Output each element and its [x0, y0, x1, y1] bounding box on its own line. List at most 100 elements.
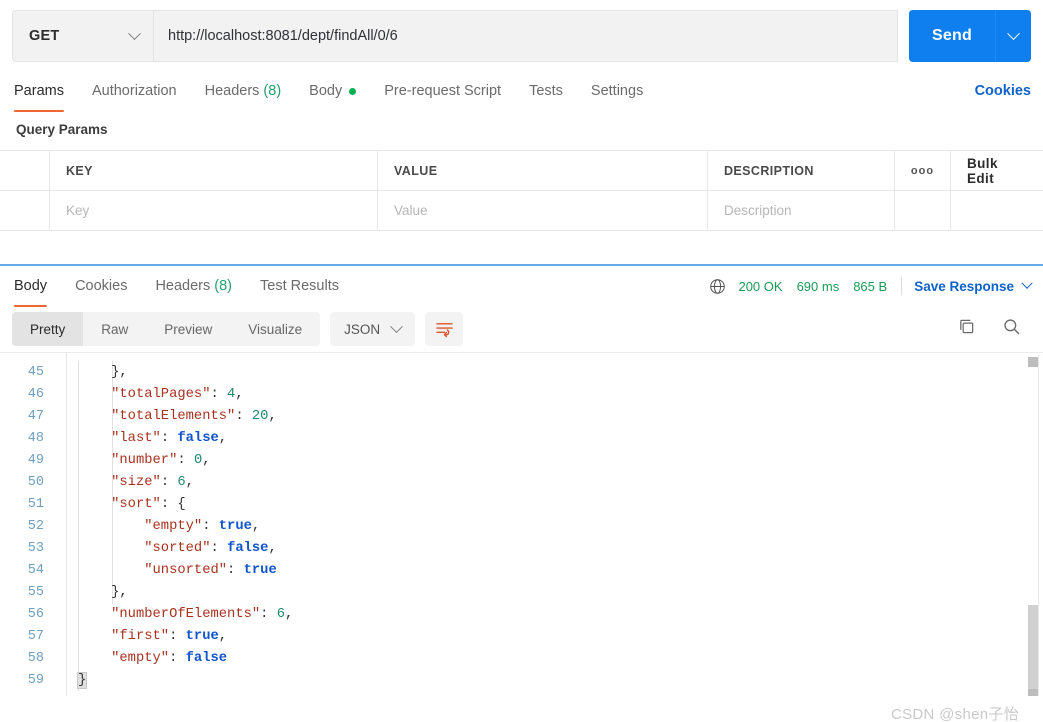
- tab-tests[interactable]: Tests: [515, 70, 577, 112]
- code-token: 20: [251, 408, 269, 424]
- scrollbar-thumb[interactable]: [1028, 605, 1038, 689]
- code-text: "totalElements": 20,: [58, 409, 277, 424]
- code-token: ,: [218, 628, 228, 644]
- code-token: ,: [268, 408, 277, 424]
- tab-label: Headers: [204, 83, 260, 99]
- code-token: false: [227, 540, 269, 556]
- code-token: :: [210, 540, 228, 556]
- code-line: 57 "first": true,: [0, 625, 1043, 647]
- code-text: "sort": {: [58, 497, 186, 512]
- line-number: 49: [27, 452, 44, 468]
- code-lines: 45 }, 46 "totalPages": 4, 47 "totalElement…: [0, 353, 1043, 691]
- code-line: 53 "sorted": false,: [0, 537, 1043, 559]
- response-tab-headers[interactable]: Headers (8): [141, 265, 246, 307]
- request-url-bar: GET http://localhost:8081/dept/findAll/0…: [12, 10, 1031, 62]
- format-selector[interactable]: JSON: [330, 312, 416, 346]
- tab-label: Cookies: [75, 278, 128, 294]
- response-time: 690 ms: [796, 278, 840, 294]
- tab-label: Authorization: [91, 83, 177, 99]
- save-response-button[interactable]: Save Response: [914, 279, 1014, 294]
- code-text: "first": true,: [58, 629, 227, 644]
- code-line: 51 "sort": {: [0, 493, 1043, 515]
- response-tab-test-results[interactable]: Test Results: [246, 265, 353, 307]
- code-token: "sort": [111, 496, 161, 512]
- view-mode-pretty[interactable]: Pretty: [12, 312, 84, 346]
- tab-body[interactable]: Body: [295, 70, 370, 112]
- http-method-label: GET: [29, 28, 60, 44]
- line-number: 56: [27, 606, 44, 622]
- copy-icon[interactable]: [957, 317, 976, 341]
- view-mode-visualize[interactable]: Visualize: [230, 312, 320, 346]
- table-options-button[interactable]: ooo: [895, 151, 951, 190]
- chevron-down-icon[interactable]: [1021, 277, 1033, 289]
- row-checkbox[interactable]: [0, 191, 50, 230]
- code-text: }: [58, 671, 88, 689]
- code-line: 49 "number": 0,: [0, 449, 1043, 471]
- code-token: ,: [119, 364, 128, 380]
- code-token: "sorted": [144, 540, 211, 556]
- code-line: 48 "last": false,: [0, 427, 1043, 449]
- chevron-down-icon: [1007, 26, 1020, 40]
- code-token: :: [169, 650, 186, 666]
- key-input[interactable]: Key: [50, 191, 378, 230]
- code-token: false: [185, 650, 228, 666]
- tab-label: Body: [14, 278, 48, 294]
- line-number: 50: [27, 474, 44, 490]
- http-method-selector[interactable]: GET: [12, 10, 153, 62]
- code-token: ,: [285, 606, 294, 622]
- tab-settings[interactable]: Settings: [577, 70, 657, 112]
- description-input[interactable]: Description: [708, 191, 895, 230]
- code-token: ,: [119, 584, 128, 600]
- tab-label: Test Results: [260, 278, 339, 294]
- line-number: 45: [27, 364, 44, 380]
- bulk-edit-button[interactable]: Bulk Edit: [951, 151, 1043, 190]
- tab-params[interactable]: Params: [12, 70, 78, 112]
- code-token: "number": [111, 452, 178, 468]
- search-icon[interactable]: [1002, 317, 1021, 341]
- send-button-group: Send: [909, 10, 1031, 62]
- line-number: 54: [27, 562, 44, 578]
- vertical-scrollbar[interactable]: [1028, 355, 1039, 696]
- line-number: 52: [27, 518, 44, 534]
- response-tab-body[interactable]: Body: [12, 265, 61, 307]
- code-line: 45 },: [0, 361, 1043, 383]
- code-token: ,: [235, 386, 244, 402]
- code-token: :: [235, 408, 252, 424]
- line-number: 47: [27, 408, 44, 424]
- code-token: :: [202, 518, 219, 534]
- code-text: "empty": true,: [58, 519, 260, 534]
- header-checkbox-cell: [0, 151, 50, 190]
- response-body-code-viewer[interactable]: 45 }, 46 "totalPages": 4, 47 "totalElement…: [0, 352, 1043, 696]
- tab-headers[interactable]: Headers (8): [191, 70, 296, 112]
- code-token: :: [160, 474, 178, 490]
- code-text: "totalPages": 4,: [58, 386, 244, 402]
- tab-pre-request-script[interactable]: Pre-request Script: [370, 70, 515, 112]
- tab-label: Params: [14, 83, 64, 99]
- tab-label: Pre-request Script: [384, 83, 502, 99]
- response-tab-cookies[interactable]: Cookies: [61, 265, 141, 307]
- chevron-down-icon: [390, 319, 403, 333]
- code-token: "size": [111, 474, 161, 490]
- cookies-link[interactable]: Cookies: [975, 83, 1031, 99]
- line-number: 58: [27, 650, 44, 666]
- tab-authorization[interactable]: Authorization: [78, 70, 191, 112]
- code-token: ,: [185, 474, 194, 490]
- view-mode-raw[interactable]: Raw: [83, 312, 146, 346]
- request-tabs: Params Authorization Headers (8) Body Pr…: [12, 70, 1031, 112]
- send-button[interactable]: Send: [909, 10, 995, 62]
- code-token: "totalPages": [111, 386, 211, 402]
- code-token: true: [185, 628, 219, 644]
- code-token: 6: [276, 606, 285, 622]
- tab-label: Body: [309, 83, 343, 99]
- word-wrap-button[interactable]: [425, 312, 464, 346]
- value-input[interactable]: Value: [378, 191, 708, 230]
- code-text: "empty": false: [58, 651, 227, 666]
- tab-label: Headers: [155, 278, 211, 294]
- line-number: 46: [27, 386, 44, 402]
- view-mode-preview[interactable]: Preview: [146, 312, 230, 346]
- tab-label: Settings: [590, 83, 644, 99]
- description-placeholder: Description: [724, 203, 792, 218]
- send-options-button[interactable]: [995, 10, 1031, 62]
- url-input[interactable]: http://localhost:8081/dept/findAll/0/6: [153, 10, 898, 62]
- code-token: ,: [251, 518, 261, 534]
